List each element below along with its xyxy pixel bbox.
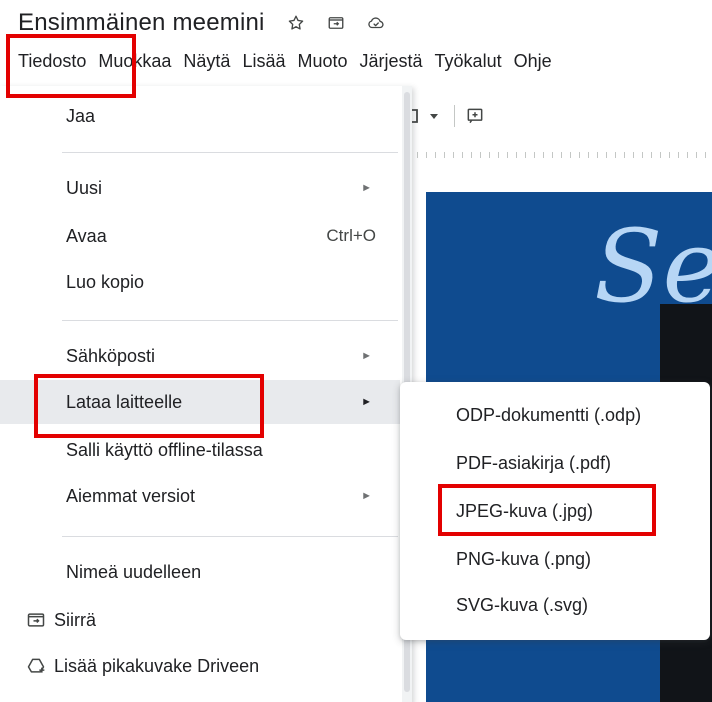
menu-tools[interactable]: Työkalut bbox=[429, 44, 508, 78]
menu-item-offline[interactable]: Salli käyttö offline-tilassa bbox=[0, 428, 400, 472]
toolbar bbox=[408, 100, 485, 132]
menu-help[interactable]: Ohje bbox=[508, 44, 558, 78]
menu-item-make-copy[interactable]: Luo kopio bbox=[0, 260, 400, 304]
move-folder-icon bbox=[26, 610, 46, 630]
submenu-item-label: SVG-kuva (.svg) bbox=[456, 594, 589, 615]
download-pdf[interactable]: PDF-asiakirja (.pdf) bbox=[400, 440, 710, 486]
document-title[interactable]: Ensimmäinen meemini bbox=[18, 9, 265, 37]
menu-item-rename[interactable]: Nimeä uudelleen bbox=[0, 550, 400, 594]
menu-item-label: Lataa laitteelle bbox=[66, 391, 183, 412]
menu-item-download[interactable]: Lataa laitteelle ► bbox=[0, 380, 400, 424]
menu-item-label: Avaa bbox=[66, 225, 107, 246]
menu-divider bbox=[62, 152, 398, 153]
image-dropdown-icon[interactable] bbox=[408, 106, 440, 126]
menu-item-version-history[interactable]: Aiemmat versiot ► bbox=[0, 474, 400, 518]
google-slides-window: Ensimmäinen meemini Tiedosto Muokkaa Näy… bbox=[0, 0, 712, 702]
submenu-arrow-icon: ► bbox=[361, 350, 372, 362]
submenu-arrow-icon: ► bbox=[361, 182, 372, 194]
move-to-folder-icon[interactable] bbox=[327, 14, 345, 32]
menu-file[interactable]: Tiedosto bbox=[12, 44, 92, 78]
submenu-item-label: PNG-kuva (.png) bbox=[456, 548, 592, 569]
menu-item-label: Jaa bbox=[66, 105, 96, 126]
menu-item-label: Lisää pikakuvake Driveen bbox=[54, 655, 260, 676]
menu-divider bbox=[62, 536, 398, 537]
download-odp[interactable]: ODP-dokumentti (.odp) bbox=[400, 392, 710, 438]
cloud-saved-icon[interactable] bbox=[367, 14, 385, 32]
menu-item-label: Uusi bbox=[66, 177, 103, 198]
download-submenu: ODP-dokumentti (.odp) PDF-asiakirja (.pd… bbox=[400, 382, 710, 640]
menu-insert[interactable]: Lisää bbox=[236, 44, 291, 78]
menu-item-label: Siirrä bbox=[54, 609, 97, 630]
menu-item-add-shortcut[interactable]: Lisää pikakuvake Driveen bbox=[0, 644, 400, 688]
menu-bar: Tiedosto Muokkaa Näytä Lisää Muoto Järje… bbox=[12, 44, 558, 78]
menu-item-shortcut: Ctrl+O bbox=[326, 226, 376, 245]
submenu-arrow-icon: ► bbox=[361, 490, 372, 502]
ruler bbox=[408, 148, 712, 162]
menu-item-label: Luo kopio bbox=[66, 271, 145, 292]
download-svg[interactable]: SVG-kuva (.svg) bbox=[400, 582, 710, 628]
menu-item-share[interactable]: Jaa bbox=[0, 94, 400, 138]
menu-item-label: Aiemmat versiot bbox=[66, 485, 196, 506]
menu-view[interactable]: Näytä bbox=[177, 44, 236, 78]
menu-item-label: Salli käyttö offline-tilassa bbox=[66, 439, 263, 460]
download-png[interactable]: PNG-kuva (.png) bbox=[400, 536, 710, 582]
title-row: Ensimmäinen meemini bbox=[18, 6, 385, 40]
add-comment-icon[interactable] bbox=[465, 106, 485, 126]
submenu-item-label: JPEG-kuva (.jpg) bbox=[456, 500, 594, 521]
submenu-item-label: ODP-dokumentti (.odp) bbox=[456, 404, 642, 425]
submenu-item-label: PDF-asiakirja (.pdf) bbox=[456, 452, 612, 473]
menu-item-move[interactable]: Siirrä bbox=[0, 598, 400, 642]
file-menu-dropdown: Jaa Uusi ► Avaa Ctrl+O Luo kopio Sähköpo… bbox=[0, 86, 412, 702]
menu-item-email[interactable]: Sähköposti ► bbox=[0, 334, 400, 378]
menu-item-open[interactable]: Avaa Ctrl+O bbox=[0, 214, 400, 258]
menu-divider bbox=[62, 320, 398, 321]
menu-item-label: Nimeä uudelleen bbox=[66, 561, 202, 582]
menu-item-new[interactable]: Uusi ► bbox=[0, 166, 400, 210]
menu-arrange[interactable]: Järjestä bbox=[354, 44, 429, 78]
menu-edit[interactable]: Muokkaa bbox=[92, 44, 177, 78]
menu-format[interactable]: Muoto bbox=[291, 44, 353, 78]
download-jpeg[interactable]: JPEG-kuva (.jpg) bbox=[400, 488, 710, 534]
drive-shortcut-icon bbox=[26, 656, 46, 676]
toolbar-divider bbox=[454, 105, 455, 127]
star-icon[interactable] bbox=[287, 14, 305, 32]
menu-item-label: Sähköposti bbox=[66, 345, 156, 366]
submenu-arrow-icon: ► bbox=[361, 396, 372, 408]
